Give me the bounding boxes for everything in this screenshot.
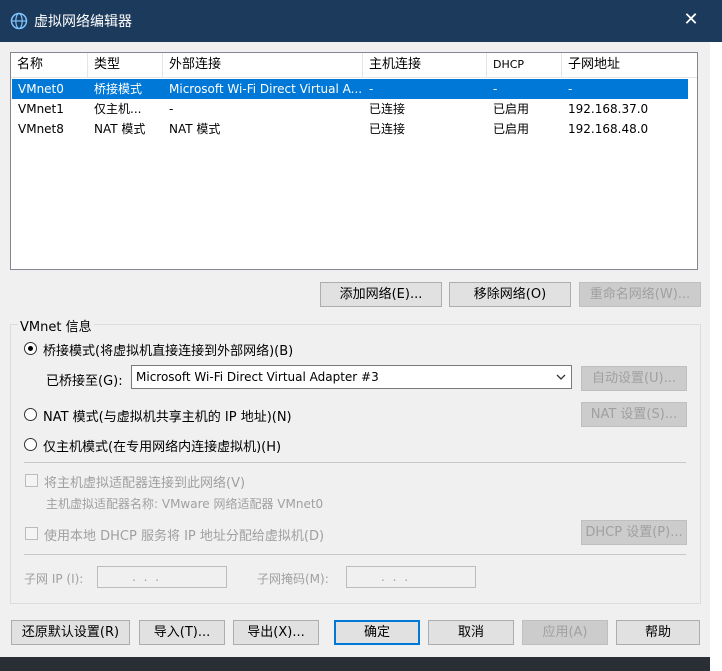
bridged-adapter-value: Microsoft Wi-Fi Direct Virtual Adapter #… — [136, 370, 379, 384]
nat-label[interactable]: NAT 模式(与虚拟机共享主机的 IP 地址)(N) — [43, 406, 292, 425]
row-host: 已连接 — [369, 122, 406, 136]
subnet-ip-input[interactable]: . . . — [97, 566, 227, 588]
row-host: - — [369, 82, 374, 96]
apply-button[interactable]: 应用(A) — [522, 620, 608, 645]
table-row[interactable]: VMnet0 桥接模式 Microsoft Wi-Fi Direct Virtu… — [12, 79, 688, 99]
network-list[interactable]: 名称 类型 外部连接 主机连接 DHCP 子网地址 VMnet0 桥接模式 Mi… — [10, 52, 698, 270]
network-globe-icon — [10, 12, 28, 30]
hostonly-radio[interactable] — [24, 438, 37, 451]
row-external: Microsoft Wi-Fi Direct Virtual A... — [169, 82, 363, 96]
bridged-radio[interactable] — [24, 342, 37, 355]
row-subnet: - — [568, 82, 573, 96]
row-external: - — [169, 102, 174, 116]
dhcp-label[interactable]: 使用本地 DHCP 服务将 IP 地址分配给虚拟机(D) — [44, 525, 324, 544]
restore-defaults-button[interactable]: 还原默认设置(R) — [11, 620, 130, 645]
export-button[interactable]: 导出(X)... — [233, 620, 319, 645]
title-bar: 虚拟网络编辑器 ✕ — [0, 0, 722, 42]
adapter-name-label: 主机虚拟适配器名称: VMware 网络适配器 VMnet0 — [46, 497, 324, 511]
row-host: 已连接 — [369, 102, 406, 116]
column-subnet-header[interactable]: 子网地址 — [562, 53, 697, 77]
dhcp-checkbox[interactable] — [25, 527, 38, 540]
cancel-button[interactable]: 取消 — [428, 620, 514, 645]
column-host-header[interactable]: 主机连接 — [363, 53, 487, 77]
import-button[interactable]: 导入(T)... — [139, 620, 225, 645]
subnet-mask-label: 子网掩码(M): — [257, 572, 329, 586]
bridged-to-label: 已桥接至(G): — [46, 374, 123, 389]
nat-radio[interactable] — [24, 408, 37, 421]
row-dhcp: 已启用 — [493, 122, 530, 136]
table-row[interactable]: VMnet8 NAT 模式 NAT 模式 已连接 已启用 192.168.48.… — [12, 119, 688, 139]
row-dhcp: - — [493, 82, 498, 96]
row-type: NAT 模式 — [94, 122, 146, 136]
radio-selected-dot — [28, 346, 33, 351]
row-type: 仅主机... — [94, 102, 142, 116]
ok-button[interactable]: 确定 — [334, 620, 420, 645]
connect-adapter-label[interactable]: 将主机虚拟适配器连接到此网络(V) — [44, 472, 245, 491]
column-name-header[interactable]: 名称 — [11, 53, 88, 77]
rename-network-button[interactable]: 重命名网络(W)... — [579, 282, 701, 307]
row-dhcp: 已启用 — [493, 102, 530, 116]
connect-adapter-checkbox[interactable] — [25, 474, 38, 487]
auto-settings-button[interactable]: 自动设置(U)... — [581, 366, 687, 391]
help-button[interactable]: 帮助 — [616, 620, 700, 645]
separator — [24, 462, 686, 463]
row-name: VMnet1 — [18, 102, 64, 116]
subnet-ip-label: 子网 IP (I): — [24, 572, 84, 586]
remove-network-button[interactable]: 移除网络(O) — [449, 282, 571, 307]
column-dhcp-header[interactable]: DHCP — [487, 53, 562, 77]
chevron-down-icon — [556, 374, 566, 380]
add-network-button[interactable]: 添加网络(E)... — [320, 282, 442, 307]
subnet-mask-input[interactable]: . . . — [346, 566, 476, 588]
column-type-header[interactable]: 类型 — [88, 53, 163, 77]
row-subnet: 192.168.37.0 — [568, 102, 649, 116]
window-title: 虚拟网络编辑器 — [34, 14, 132, 30]
close-icon[interactable]: ✕ — [681, 8, 701, 32]
window-right-edge — [710, 42, 722, 671]
row-name: VMnet0 — [18, 82, 64, 96]
window-bottom-edge — [0, 657, 710, 671]
row-type: 桥接模式 — [94, 82, 143, 96]
nat-settings-button[interactable]: NAT 设置(S)... — [581, 402, 687, 427]
row-external: NAT 模式 — [169, 122, 221, 136]
bridged-adapter-select[interactable]: Microsoft Wi-Fi Direct Virtual Adapter #… — [131, 365, 572, 389]
row-subnet: 192.168.48.0 — [568, 122, 649, 136]
separator — [24, 554, 686, 555]
bridged-label[interactable]: 桥接模式(将虚拟机直接连接到外部网络)(B) — [43, 340, 293, 359]
hostonly-label[interactable]: 仅主机模式(在专用网络内连接虚拟机)(H) — [43, 436, 281, 455]
dhcp-settings-button[interactable]: DHCP 设置(P)... — [581, 520, 687, 545]
row-name: VMnet8 — [18, 122, 64, 136]
list-header: 名称 类型 外部连接 主机连接 DHCP 子网地址 — [11, 53, 697, 78]
table-row[interactable]: VMnet1 仅主机... - 已连接 已启用 192.168.37.0 — [12, 99, 688, 119]
column-external-header[interactable]: 外部连接 — [163, 53, 363, 77]
vmnet-info-title: VMnet 信息 — [18, 316, 94, 335]
